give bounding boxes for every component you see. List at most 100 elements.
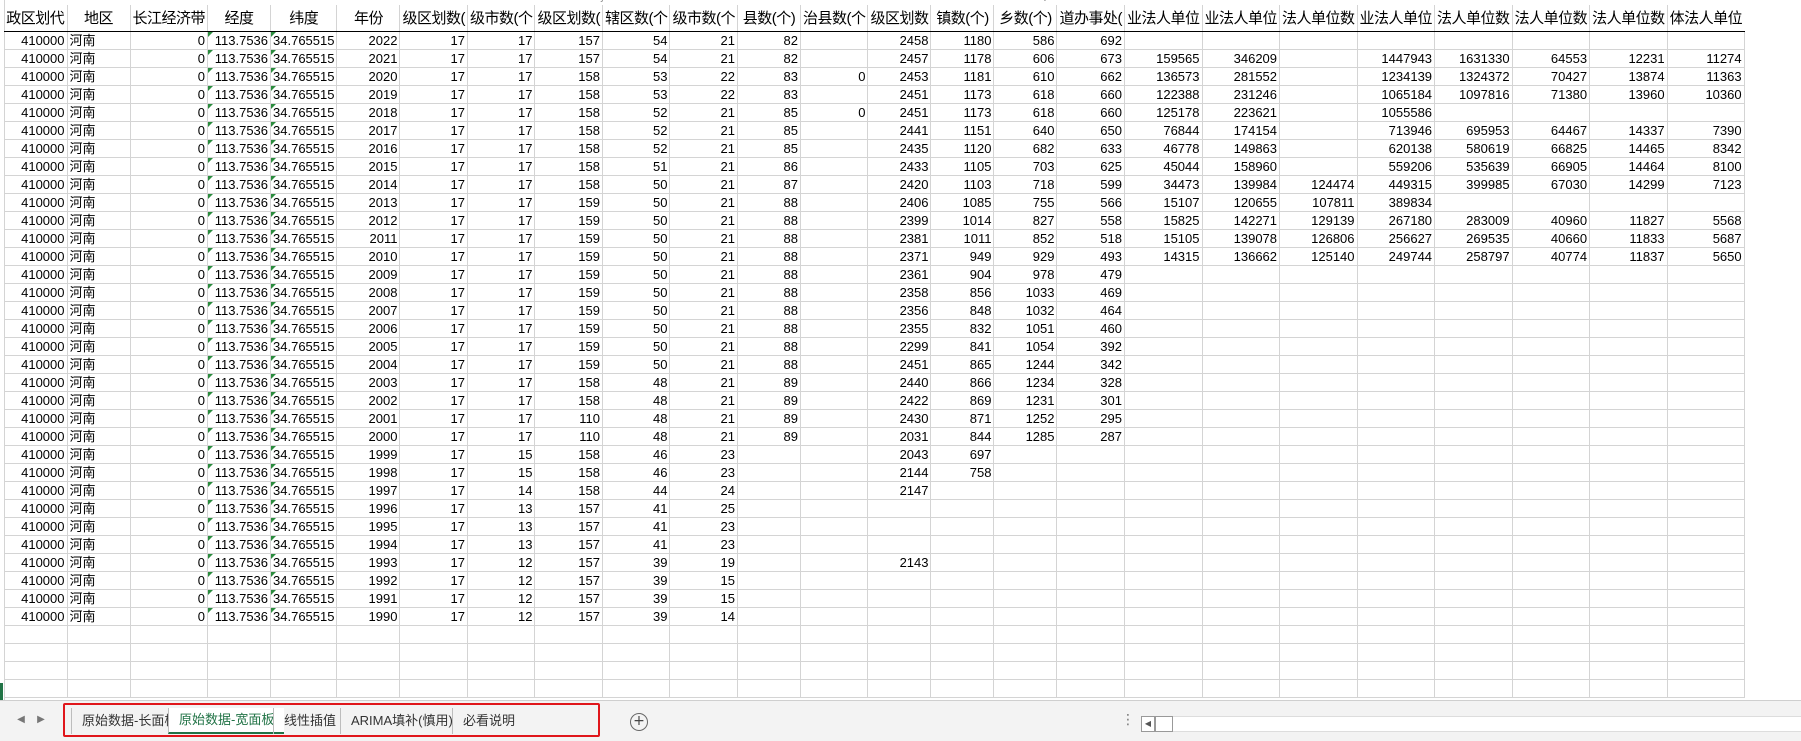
- table-cell[interactable]: [1357, 283, 1436, 302]
- table-cell[interactable]: [1434, 571, 1513, 590]
- table-cell[interactable]: [800, 139, 869, 158]
- table-cell[interactable]: [1279, 571, 1358, 590]
- table-cell[interactable]: [1202, 463, 1281, 482]
- table-cell[interactable]: 21: [669, 193, 738, 212]
- table-cell[interactable]: 82: [737, 49, 801, 68]
- table-cell[interactable]: 10360: [1667, 85, 1745, 104]
- table-cell[interactable]: 0: [130, 355, 209, 374]
- table-cell[interactable]: 34473: [1124, 175, 1203, 194]
- table-cell[interactable]: [1357, 265, 1436, 284]
- table-cell[interactable]: [993, 463, 1058, 482]
- table-cell[interactable]: [207, 661, 272, 680]
- table-cell[interactable]: 河南: [67, 373, 131, 392]
- table-cell[interactable]: 46: [602, 463, 671, 482]
- table-cell[interactable]: 21: [669, 373, 738, 392]
- table-cell[interactable]: [737, 643, 801, 662]
- table-cell[interactable]: 13960: [1589, 85, 1668, 104]
- table-cell[interactable]: [867, 535, 932, 554]
- table-cell[interactable]: 0: [130, 157, 209, 176]
- table-cell[interactable]: [1202, 517, 1281, 536]
- table-cell[interactable]: [1512, 355, 1591, 374]
- table-cell[interactable]: 113.7536: [207, 31, 272, 50]
- table-cell[interactable]: 50: [602, 175, 671, 194]
- table-cell[interactable]: 113.7536: [207, 337, 272, 356]
- column-letter[interactable]: Q: [1012, 0, 1075, 3]
- table-cell[interactable]: [1124, 409, 1203, 428]
- table-cell[interactable]: 159: [534, 301, 603, 320]
- table-cell[interactable]: 0: [130, 103, 209, 122]
- table-cell[interactable]: 1991: [336, 589, 401, 608]
- table-cell[interactable]: [1434, 553, 1513, 572]
- table-cell[interactable]: 0: [130, 247, 209, 266]
- table-cell[interactable]: [1434, 589, 1513, 608]
- column-letter[interactable]: N: [823, 0, 886, 3]
- table-cell[interactable]: 1231: [993, 391, 1058, 410]
- table-cell[interactable]: 129139: [1279, 211, 1358, 230]
- table-cell[interactable]: [867, 571, 932, 590]
- table-cell[interactable]: 34.765515: [270, 445, 338, 464]
- table-cell[interactable]: 1244: [993, 355, 1058, 374]
- table-cell[interactable]: 1103: [930, 175, 995, 194]
- table-cell[interactable]: 河南: [67, 445, 131, 464]
- column-header[interactable]: 业法人单位: [1202, 5, 1281, 32]
- table-cell[interactable]: 40960: [1512, 211, 1591, 230]
- table-cell[interactable]: [993, 661, 1058, 680]
- table-cell[interactable]: 34.765515: [270, 211, 338, 230]
- table-cell[interactable]: [1357, 499, 1436, 518]
- table-cell[interactable]: [1279, 301, 1358, 320]
- table-cell[interactable]: [270, 661, 338, 680]
- table-cell[interactable]: [800, 535, 869, 554]
- table-cell[interactable]: 34.765515: [270, 337, 338, 356]
- table-cell[interactable]: [930, 607, 995, 626]
- table-cell[interactable]: [1589, 643, 1668, 662]
- table-cell[interactable]: 34.765515: [270, 391, 338, 410]
- table-cell[interactable]: [1202, 481, 1281, 500]
- table-cell[interactable]: 1180: [930, 31, 995, 50]
- table-cell[interactable]: 113.7536: [207, 607, 272, 626]
- table-cell[interactable]: 17: [467, 427, 536, 446]
- table-cell[interactable]: 0: [130, 589, 209, 608]
- table-cell[interactable]: [1124, 355, 1203, 374]
- table-cell[interactable]: 124474: [1279, 175, 1358, 194]
- table-cell[interactable]: 52: [602, 103, 671, 122]
- table-cell[interactable]: [800, 463, 869, 482]
- table-cell[interactable]: [4, 661, 68, 680]
- table-cell[interactable]: 17: [399, 427, 468, 446]
- table-cell[interactable]: [1434, 625, 1513, 644]
- table-cell[interactable]: [993, 517, 1058, 536]
- table-cell[interactable]: 21: [669, 139, 738, 158]
- table-cell[interactable]: [1434, 355, 1513, 374]
- table-cell[interactable]: [1589, 355, 1668, 374]
- table-cell[interactable]: [1357, 661, 1436, 680]
- table-cell[interactable]: 610: [993, 67, 1058, 86]
- table-cell[interactable]: 13: [467, 535, 536, 554]
- tab-linear-interpolation[interactable]: 线性插值: [273, 708, 346, 734]
- table-cell[interactable]: 0: [130, 67, 209, 86]
- table-cell[interactable]: [1279, 67, 1358, 86]
- table-cell[interactable]: 50: [602, 283, 671, 302]
- table-cell[interactable]: 113.7536: [207, 139, 272, 158]
- column-header[interactable]: 级区划数: [867, 5, 932, 32]
- table-cell[interactable]: [1589, 571, 1668, 590]
- table-cell[interactable]: [336, 643, 401, 662]
- column-letter[interactable]: R: [1075, 0, 1138, 3]
- table-cell[interactable]: 1447943: [1357, 49, 1436, 68]
- table-cell[interactable]: 14: [669, 607, 738, 626]
- table-cell[interactable]: [1512, 337, 1591, 356]
- table-cell[interactable]: 48: [602, 391, 671, 410]
- table-cell[interactable]: [930, 535, 995, 554]
- table-cell[interactable]: 89: [737, 427, 801, 446]
- table-cell[interactable]: 0: [130, 139, 209, 158]
- table-cell[interactable]: 15: [669, 571, 738, 590]
- table-cell[interactable]: 70427: [1512, 67, 1591, 86]
- table-cell[interactable]: 0: [130, 229, 209, 248]
- table-cell[interactable]: [1279, 157, 1358, 176]
- table-cell[interactable]: 449315: [1357, 175, 1436, 194]
- table-cell[interactable]: 107811: [1279, 193, 1358, 212]
- table-cell[interactable]: [1512, 607, 1591, 626]
- table-cell[interactable]: 158: [534, 85, 603, 104]
- table-cell[interactable]: [993, 481, 1058, 500]
- table-cell[interactable]: [534, 661, 603, 680]
- table-cell[interactable]: 1252: [993, 409, 1058, 428]
- table-cell[interactable]: [1056, 463, 1125, 482]
